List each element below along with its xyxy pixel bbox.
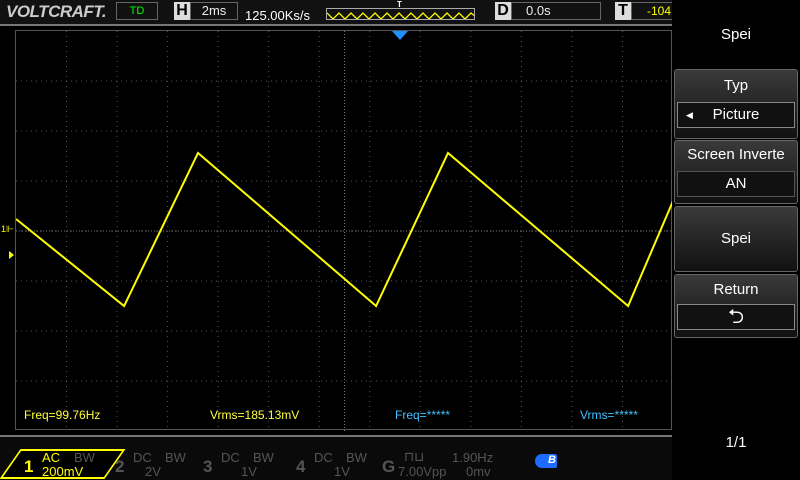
bluetooth-status-icon: B (535, 454, 557, 468)
timebase-value[interactable]: 2ms (190, 2, 238, 20)
measurement-vrms-2: Vrms=***** (580, 408, 638, 422)
channel-number: 3 (203, 457, 213, 476)
vertical-scale: 200mV (42, 464, 84, 479)
generator-offset: 0mv (466, 464, 491, 479)
channel-number: 4 (296, 457, 306, 476)
menu-page: 1/1 (725, 434, 747, 451)
channel-3[interactable]: 3 DC BW 1V (203, 449, 293, 479)
horizontal-label: H (174, 2, 190, 20)
side-menu: Spei Typ ◀ Picture Screen Inverte AN Spe… (672, 0, 800, 480)
channel-bar: 1 AC BW 200mV 2 DC BW 2V 3 DC BW 1V 4 DC… (0, 435, 672, 480)
measurement-freq-2: Freq=***** (395, 408, 451, 422)
coupling: DC (221, 450, 240, 465)
trigger-level-marker-icon[interactable] (9, 251, 14, 259)
coupling: DC (133, 450, 152, 465)
vertical-scale: 1V (241, 464, 257, 479)
trigger-level[interactable]: -104 (631, 2, 676, 20)
overview-wave-icon (327, 12, 474, 19)
generator-freq: 1.90Hz (452, 450, 494, 465)
type-value-text: Picture (712, 106, 760, 123)
square-wave-icon: ⊓⊔ (404, 449, 425, 464)
channel-4[interactable]: 4 DC BW 1V (296, 449, 386, 479)
return-button[interactable]: Return ⮌ (674, 274, 798, 338)
return-arrow-icon: ⮌ (677, 304, 795, 330)
return-label: Return (713, 281, 759, 298)
channel-1[interactable]: 1 AC BW 200mV (12, 449, 112, 479)
trigger-position-marker: T (397, 0, 402, 9)
invert-label: Screen Inverte (687, 146, 785, 163)
sample-rate: 125.00Ks/s (245, 8, 311, 23)
ch1-ground-marker-icon[interactable]: 1⊩ (1, 224, 14, 235)
type-value[interactable]: ◀ Picture (677, 102, 795, 128)
generator[interactable]: G ⊓⊔ 1.90Hz 7.00Vpp 0mv (382, 449, 522, 479)
delay-value[interactable]: 0.0s (511, 2, 601, 20)
invert-value: AN (677, 171, 795, 197)
channel-number: 1 (24, 457, 34, 476)
bw-limit: BW (74, 450, 95, 465)
screen-invert-button[interactable]: Screen Inverte AN (674, 140, 798, 204)
bw-limit: BW (253, 450, 274, 465)
save-button[interactable]: Spei (674, 206, 798, 272)
menu-title: Spei (720, 26, 752, 43)
generator-label: G (382, 457, 396, 476)
waveform-svg (15, 31, 674, 431)
channel-number: 2 (115, 457, 125, 476)
delay-label: D (495, 2, 511, 20)
measurement-vrms-ch1: Vrms=185.13mV (210, 408, 300, 422)
vertical-scale: 1V (334, 464, 350, 479)
coupling: AC (42, 450, 61, 465)
memory-overview (326, 8, 475, 20)
type-label: Typ (723, 77, 749, 94)
trigger-label: T (615, 2, 631, 20)
run-mode[interactable]: TD (116, 2, 158, 20)
generator-amplitude: 7.00Vpp (398, 464, 447, 479)
coupling: DC (314, 450, 333, 465)
type-menu-button[interactable]: Typ ◀ Picture (674, 69, 798, 139)
waveform-display[interactable] (15, 30, 674, 431)
bw-limit: BW (346, 450, 367, 465)
bw-limit: BW (165, 450, 186, 465)
top-bar: VOLTCRAFT. TD H 2ms 125.00Ks/s T D 0.0s … (0, 0, 676, 26)
measurement-freq-ch1: Freq=99.76Hz (24, 408, 101, 422)
brand-logo: VOLTCRAFT. (6, 2, 107, 21)
left-arrow-icon: ◀ (686, 110, 693, 120)
vertical-scale: 2V (145, 464, 161, 479)
channel-2[interactable]: 2 DC BW 2V (115, 449, 205, 479)
trigger-time-marker-icon[interactable] (392, 31, 408, 40)
